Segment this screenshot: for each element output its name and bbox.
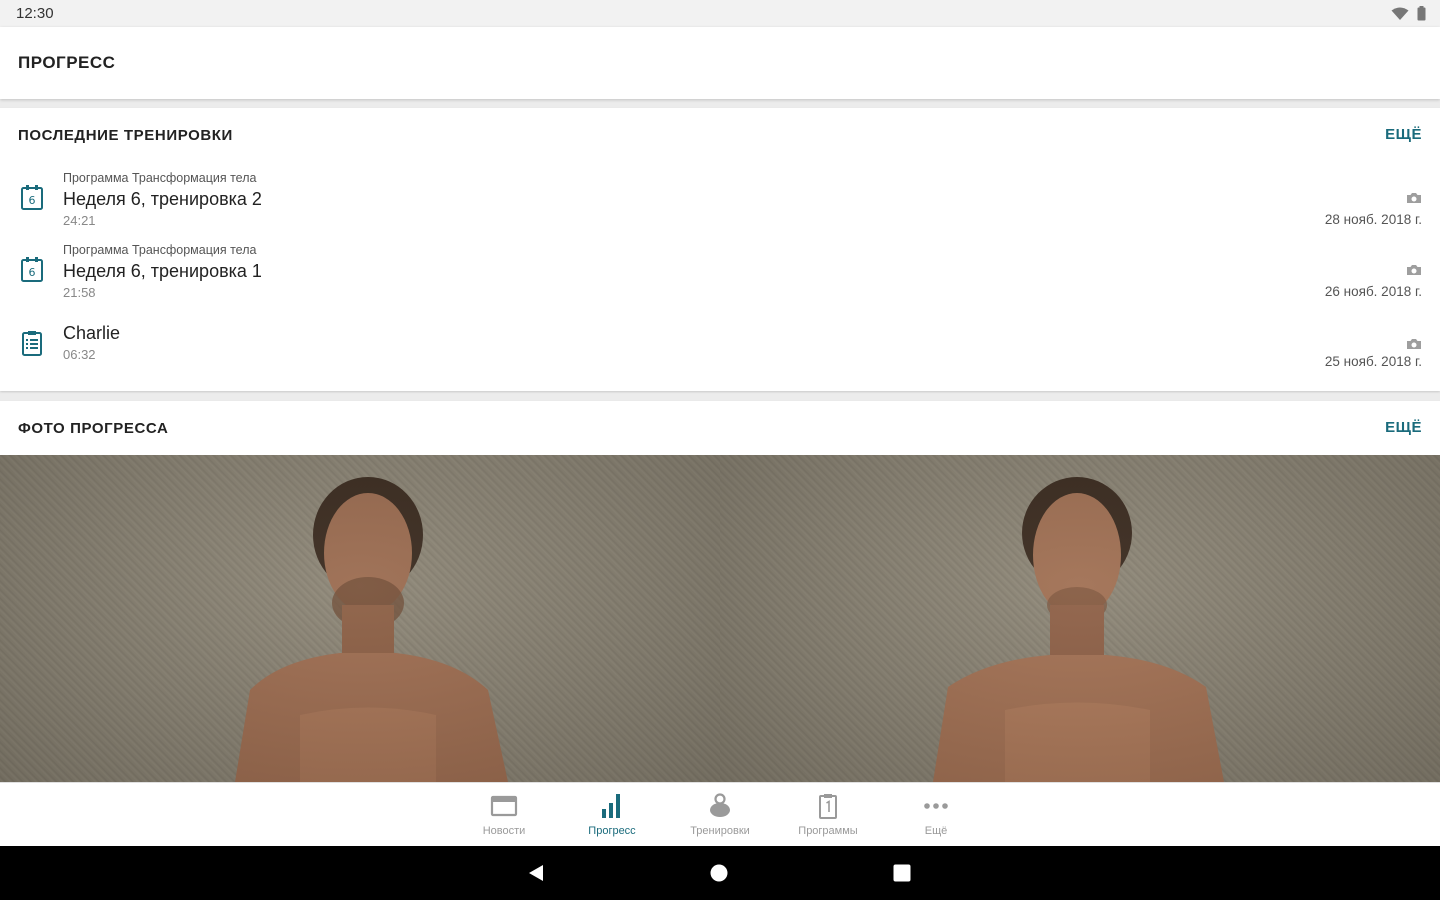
workout-date: 28 нояб. 2018 г.: [1324, 212, 1422, 227]
calendar-day-6-icon: 6: [21, 257, 43, 282]
nav-item-more[interactable]: Ещё: [882, 783, 990, 847]
status-icons: [1391, 6, 1426, 21]
person-silhouette: [235, 477, 508, 782]
clipboard-list-icon: [22, 331, 42, 356]
calendar-day-number: 6: [29, 194, 36, 207]
workout-row[interactable]: Charlie 06:32 25 нояб. 2018 г.: [0, 314, 1440, 380]
workout-row[interactable]: 6 Программа Трансформация тела Неделя 6,…: [0, 240, 1440, 306]
nav-label-workouts: Тренировки: [690, 825, 750, 837]
nav-label-programs: Программы: [798, 825, 858, 837]
nav-item-news[interactable]: Новости: [450, 783, 558, 847]
battery-icon: [1417, 6, 1426, 21]
progress-photo[interactable]: [0, 455, 720, 782]
camera-icon: [1407, 339, 1421, 349]
recent-workouts-header: ПОСЛЕДНИЕ ТРЕНИРОВКИ: [18, 127, 233, 144]
nav-item-workouts[interactable]: Тренировки: [666, 783, 774, 847]
workout-duration: 21:58: [63, 285, 96, 300]
workout-program: Программа Трансформация тела: [63, 243, 257, 257]
more-dots-icon: [924, 803, 948, 809]
news-icon: [490, 795, 518, 817]
calendar-program-icon: [819, 794, 837, 819]
workout-title: Неделя 6, тренировка 1: [63, 261, 262, 281]
calendar-day-6-icon: 6: [21, 185, 43, 210]
status-bar: 12:30: [0, 0, 1440, 27]
kettlebell-icon: [710, 793, 730, 817]
nav-label-progress: Прогресс: [588, 825, 636, 837]
workout-title: Неделя 6, тренировка 2: [63, 189, 262, 209]
nav-item-programs[interactable]: Программы: [774, 783, 882, 847]
back-icon[interactable]: [526, 863, 546, 883]
workout-row[interactable]: 6 Программа Трансформация тела Неделя 6,…: [0, 168, 1440, 234]
progress-photos-strip: [0, 455, 1440, 782]
bottom-navigation: Новости Прогресс Тренировки Программы Ещ…: [0, 782, 1440, 846]
progress-photos-header: ФОТО ПРОГРЕССА: [18, 420, 169, 437]
home-icon[interactable]: [709, 863, 729, 883]
recents-icon[interactable]: [892, 863, 912, 883]
progress-photo[interactable]: [720, 455, 1440, 782]
app-bar: ПРОГРЕСС: [0, 27, 1440, 99]
camera-icon: [1407, 265, 1421, 275]
calendar-day-number: 6: [29, 266, 36, 279]
bar-chart-icon: [602, 794, 620, 818]
recent-workouts-more-button[interactable]: ЕЩЁ: [1385, 126, 1422, 143]
nav-label-more: Ещё: [924, 825, 948, 837]
progress-photos-card: ФОТО ПРОГРЕССА ЕЩЁ: [0, 401, 1440, 782]
page-title: ПРОГРЕСС: [18, 53, 116, 72]
workout-duration: 06:32: [63, 347, 96, 362]
system-navigation-bar: [0, 846, 1440, 900]
wifi-icon: [1391, 7, 1409, 20]
workout-date: 25 нояб. 2018 г.: [1324, 354, 1422, 369]
nav-label-news: Новости: [482, 825, 526, 837]
workout-date: 26 нояб. 2018 г.: [1324, 284, 1422, 299]
camera-icon: [1407, 193, 1421, 203]
workout-title: Charlie: [63, 323, 121, 343]
recent-workouts-card: ПОСЛЕДНИЕ ТРЕНИРОВКИ ЕЩЁ 6 Программа Тра…: [0, 108, 1440, 391]
nav-item-progress[interactable]: Прогресс: [558, 783, 666, 847]
person-silhouette: [933, 477, 1224, 782]
progress-photos-more-button[interactable]: ЕЩЁ: [1385, 419, 1422, 436]
status-time: 12:30: [16, 5, 54, 22]
workout-program: Программа Трансформация тела: [63, 171, 257, 185]
workout-duration: 24:21: [63, 213, 96, 228]
